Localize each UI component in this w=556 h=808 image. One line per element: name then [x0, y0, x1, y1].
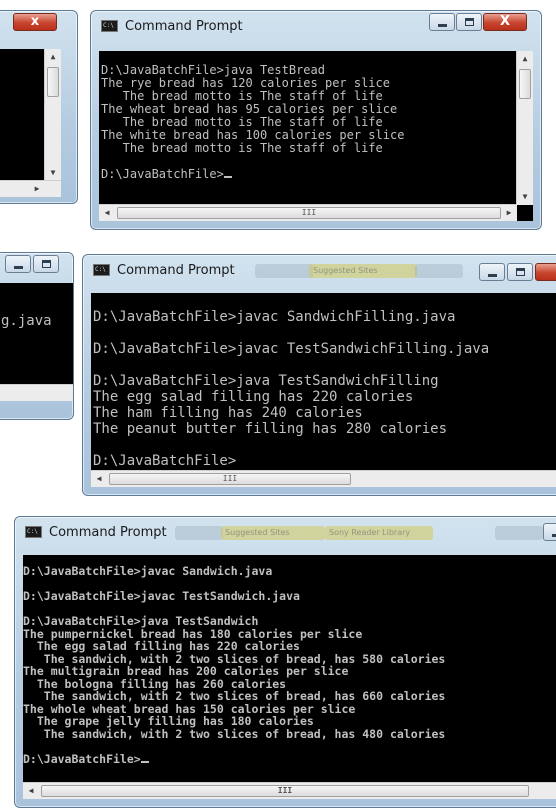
maximize-icon — [516, 268, 525, 276]
maximize-button[interactable] — [507, 263, 533, 281]
background-tab — [255, 264, 313, 278]
close-button[interactable]: X — [483, 13, 527, 31]
minimize-button[interactable] — [479, 263, 505, 281]
background-tab: Suggested Sites — [309, 264, 417, 278]
scroll-left-icon[interactable]: ◀ — [23, 783, 39, 799]
window-title: Command Prompt — [49, 525, 167, 540]
minimize-icon — [438, 24, 447, 27]
cmd-icon: C:\ — [101, 20, 118, 32]
console-line: The ham filling has 240 calories — [93, 405, 363, 421]
console-area[interactable]: D:\JavaBatchFile>javac SandwichFilling.j… — [91, 293, 556, 487]
background-tab — [495, 526, 543, 540]
maximize-button[interactable] — [456, 13, 482, 31]
window-title: Command Prompt — [117, 263, 235, 278]
scroll-up-icon[interactable]: ▲ — [517, 51, 533, 67]
scroll-left-icon[interactable]: ◀ — [99, 205, 115, 221]
scroll-right-icon[interactable]: ▶ — [501, 205, 517, 221]
horizontal-scrollbar[interactable]: ◀ III — [23, 782, 556, 799]
maximize-icon — [42, 260, 51, 268]
background-tab: Sony Reader Library — [325, 526, 433, 540]
horizontal-scrollbar-thumb[interactable]: III — [117, 207, 501, 219]
console-area[interactable]: D:\JavaBatchFile>java TestBread The rye b… — [99, 51, 533, 221]
console-output: D:\JavaBatchFile>javac Sandwich.java D:\… — [23, 555, 556, 765]
title-bar: C:\ Command Prompt Suggested Sites Sony … — [15, 517, 556, 547]
horizontal-scrollbar[interactable]: ◀ III ▶ — [99, 204, 517, 221]
console-line: The sandwich, with 2 two slices of bread… — [23, 726, 446, 741]
cmd-window-testbread: C:\ Command Prompt X D:\JavaBatchFile>ja… — [90, 10, 542, 230]
maximize-icon — [465, 18, 474, 26]
console-line: D:\JavaBatchFile>javac TestSandwich.java — [23, 589, 300, 603]
horizontal-scrollbar[interactable]: ◀ III — [91, 470, 556, 487]
cmd-window-partial-top-left: x ▲ ▼ ▶ — [0, 10, 78, 204]
scroll-right-icon[interactable]: ▶ — [29, 181, 45, 197]
console-line: D:\JavaBatchFile> — [101, 168, 533, 181]
close-icon: X — [499, 14, 511, 29]
close-button[interactable] — [535, 263, 556, 281]
cmd-icon: C:\ — [25, 526, 42, 538]
close-icon: x — [30, 14, 40, 29]
horizontal-scrollbar-thumb[interactable]: III — [109, 473, 351, 485]
console-area[interactable]: ▲ ▼ ▶ — [0, 49, 61, 197]
console-line: D:\JavaBatchFile>javac Sandwich.java — [23, 564, 273, 578]
horizontal-scrollbar-thumb[interactable]: III — [41, 785, 529, 797]
vertical-scrollbar[interactable]: ▲ ▼ — [516, 51, 533, 205]
console-line: The bread motto is The staff of life — [101, 141, 383, 155]
console-line: D:\JavaBatchFile>java TestSandwich — [23, 614, 259, 628]
background-tab: Suggested Sites — [221, 526, 325, 540]
console-output: D:\JavaBatchFile>java TestBread The rye b… — [99, 51, 533, 181]
console-line: The egg salad filling has 220 calories — [93, 389, 414, 405]
background-tab — [175, 526, 223, 540]
text-cursor — [223, 176, 232, 178]
console-line: The multigrain bread has 200 calories pe… — [23, 664, 349, 678]
minimize-button[interactable] — [5, 255, 31, 273]
cmd-icon: C:\ — [93, 264, 110, 276]
cmd-window-testsandwichfilling: C:\ Command Prompt Suggested Sites D:\Ja… — [82, 254, 556, 496]
console-line: g.java — [1, 313, 52, 329]
scrollbar-thumb[interactable] — [519, 69, 531, 99]
horizontal-scrollbar[interactable] — [0, 384, 73, 401]
minimize-button[interactable] — [429, 13, 455, 31]
console-area[interactable]: g.java — [0, 283, 73, 401]
scroll-down-icon[interactable]: ▼ — [517, 189, 533, 205]
vertical-scrollbar[interactable]: ▲ ▼ — [44, 49, 61, 181]
console-line: The peanut butter filling has 280 calori… — [93, 421, 448, 437]
cmd-window-testsandwich: C:\ Command Prompt Suggested Sites Sony … — [14, 516, 556, 808]
console-line: D:\JavaBatchFile> — [23, 752, 556, 766]
background-tab — [415, 264, 463, 278]
window-title: Command Prompt — [125, 19, 243, 34]
text-cursor — [140, 760, 149, 763]
console-output: D:\JavaBatchFile>javac SandwichFilling.j… — [91, 293, 556, 469]
console-line: D:\JavaBatchFile>javac TestSandwichFilli… — [93, 341, 490, 357]
console-line: D:\JavaBatchFile>java TestSandwichFillin… — [93, 373, 439, 389]
console-line: D:\JavaBatchFile> — [93, 453, 237, 469]
horizontal-scrollbar[interactable]: ▶ — [0, 180, 61, 197]
scroll-left-icon[interactable]: ◀ — [91, 471, 107, 487]
minimize-icon — [14, 266, 23, 269]
console-line: The sandwich, with 2 two slices of bread… — [23, 689, 446, 703]
console-line: D:\JavaBatchFile>javac SandwichFilling.j… — [93, 309, 456, 325]
maximize-button[interactable] — [33, 255, 59, 273]
scroll-up-icon[interactable]: ▲ — [45, 49, 61, 65]
scrollbar-thumb[interactable] — [47, 67, 59, 97]
minimize-icon — [488, 274, 497, 277]
close-button[interactable]: x — [13, 13, 57, 31]
minimize-button[interactable] — [543, 523, 556, 541]
cmd-window-partial-middle-left: g.java — [0, 252, 74, 420]
console-line: The egg salad filling has 220 calories — [23, 639, 300, 653]
scroll-down-icon[interactable]: ▼ — [45, 165, 61, 181]
console-output: g.java — [0, 283, 73, 329]
console-area[interactable]: D:\JavaBatchFile>javac Sandwich.java D:\… — [23, 555, 556, 799]
console-line: The grape jelly filling has 180 calories — [23, 714, 314, 728]
minimize-icon — [552, 534, 556, 537]
